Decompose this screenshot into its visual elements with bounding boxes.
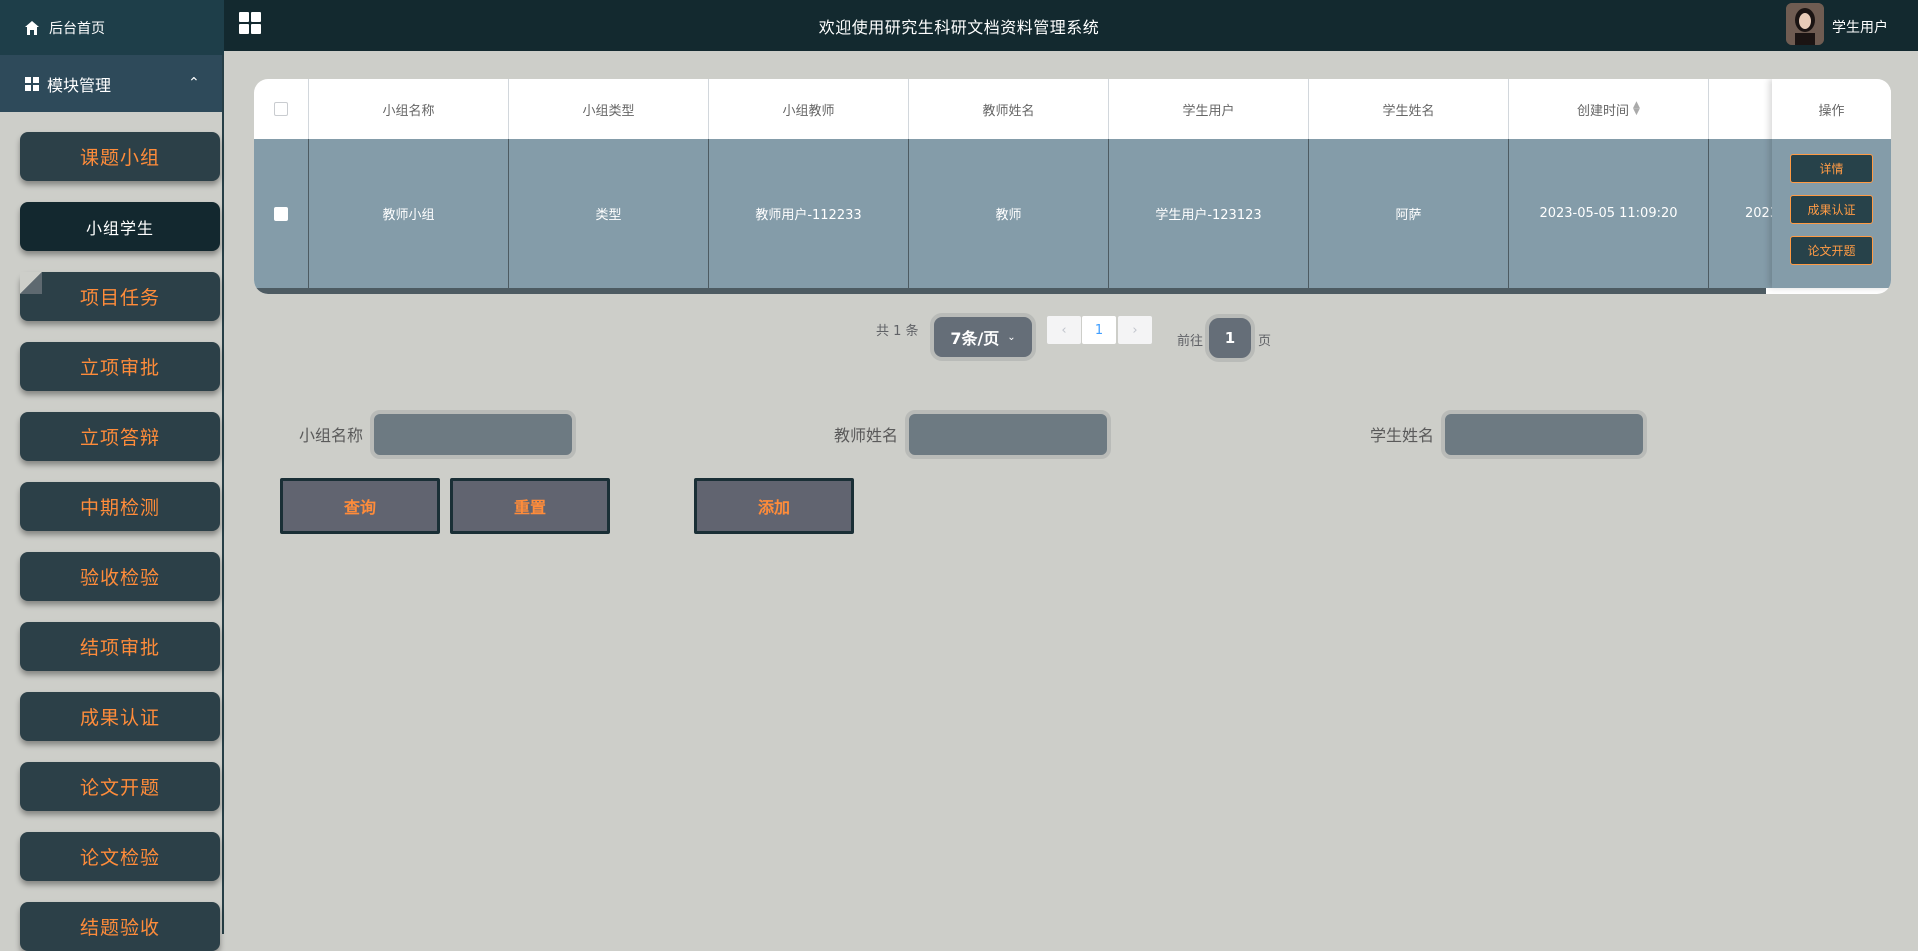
table-cell-truncated: 2023 [1745,206,1772,221]
sidebar-item-label: 论文开题 [79,777,160,799]
sidebar-item-thesis-check[interactable]: 论文检验 [20,832,220,881]
sidebar-item-achievement[interactable]: 成果认证 [20,692,220,741]
page-size-select[interactable]: 7条/页 ⌄ [930,313,1036,361]
prev-page-button[interactable]: ‹ [1047,316,1081,344]
sidebar: 模块管理 ⌄ 课题小组 小组学生 项目任务 立项审批 立项答辩 中期检测 验收检… [0,55,224,951]
detail-button[interactable]: 详情 [1790,154,1873,183]
sidebar-item-project-task[interactable]: 项目任务 [20,272,220,321]
sidebar-item-closing-approval[interactable]: 结项审批 [20,622,220,671]
chevron-left-icon: ‹ [1061,322,1067,338]
table-cell: 类型 [509,139,709,288]
column-header-truncated [1709,79,1772,139]
sidebar-item-midterm[interactable]: 中期检测 [20,482,220,531]
chevron-down-icon: ⌄ [1007,331,1016,343]
sidebar-item-acceptance-check[interactable]: 验收检验 [20,552,220,601]
sidebar-item-label: 中期检测 [79,497,160,519]
sidebar-item-label: 小组学生 [85,218,154,238]
student-name-input[interactable] [1441,410,1647,459]
corner-fold-shadow [20,272,42,294]
page-number-button[interactable]: 1 [1082,316,1116,344]
select-all-checkbox[interactable] [274,102,288,116]
sidebar-item-label: 项目任务 [79,287,160,309]
add-button[interactable]: 添加 [694,478,854,534]
sidebar-item-label: 立项答辩 [79,427,160,449]
table-row[interactable]: 教师小组 类型 教师用户-112233 教师 学生用户-123123 阿萨 20… [254,139,1891,288]
column-header-created[interactable]: 创建时间 ▲ ▼ [1509,79,1709,139]
chevron-up-icon: ⌄ [188,73,200,89]
module-management-header[interactable]: 模块管理 ⌄ [0,55,222,112]
table-cell: 阿萨 [1309,139,1509,288]
next-page-button[interactable]: › [1118,316,1152,344]
user-avatar-image [1786,3,1824,45]
group-name-input[interactable] [370,410,576,459]
goto-label: 前往 [1177,334,1204,349]
table-cell: 教师 [909,139,1109,288]
teacher-name-label: 教师姓名 [834,426,899,445]
column-header[interactable]: 学生姓名 [1309,79,1509,139]
sidebar-item-label: 验收检验 [79,567,160,589]
goto-page-input[interactable]: 1 [1205,314,1255,362]
column-header-label: 创建时间 [1577,103,1630,119]
pager-total: 共 1 条 [876,324,919,339]
sidebar-item-label: 论文检验 [79,847,160,869]
sidebar-item-defense[interactable]: 立项答辩 [20,412,220,461]
column-header-actions: 操作 [1818,103,1845,119]
data-table: 小组名称 小组类型 小组教师 教师姓名 学生用户 学生姓名 创建时间 ▲ ▼ 教师… [254,79,1891,294]
module-grid-icon [25,76,39,91]
column-header[interactable]: 小组类型 [509,79,709,139]
select-all-cell [254,79,309,139]
horizontal-scrollbar[interactable] [254,288,1766,294]
sidebar-item-label: 课题小组 [79,147,160,169]
reset-button[interactable]: 重置 [450,478,610,534]
page-title: 欢迎使用研究生科研文档资料管理系统 [818,18,1100,37]
avatar[interactable] [1786,3,1824,45]
thesis-proposal-button[interactable]: 论文开题 [1790,236,1873,265]
teacher-name-input[interactable] [905,410,1111,459]
sidebar-item-topic-group[interactable]: 课题小组 [20,132,220,181]
sidebar-item-final-acceptance[interactable]: 结题验收 [20,902,220,951]
sort-icon[interactable]: ▲ ▼ [1633,101,1640,117]
group-name-label: 小组名称 [299,426,364,445]
achievement-button[interactable]: 成果认证 [1790,195,1873,224]
user-name[interactable]: 学生用户 [1832,17,1888,37]
table-cell: 2023-05-05 11:09:20 [1509,139,1709,288]
chevron-right-icon: › [1132,322,1138,338]
query-button[interactable]: 查询 [280,478,440,534]
column-header[interactable]: 小组名称 [309,79,509,139]
top-header: 后台首页 欢迎使用研究生科研文档资料管理系统 学生用户 [0,0,1918,55]
module-label: 模块管理 [47,75,112,95]
sidebar-item-thesis-proposal[interactable]: 论文开题 [20,762,220,811]
actions-column: 操作 详情 成果认证 论文开题 [1772,79,1891,288]
sidebar-item-group-student[interactable]: 小组学生 [20,202,220,251]
table-cell: 教师用户-112233 [709,139,909,288]
page-size-value: 7条/页 [950,329,1000,348]
sidebar-item-label: 结项审批 [79,637,160,659]
table-cell: 教师小组 [309,139,509,288]
sidebar-item-approval[interactable]: 立项审批 [20,342,220,391]
column-header[interactable]: 小组教师 [709,79,909,139]
column-header[interactable]: 学生用户 [1109,79,1309,139]
row-checkbox[interactable] [274,206,288,221]
table-cell: 学生用户-123123 [1109,139,1309,288]
sidebar-item-label: 立项审批 [79,357,160,379]
table-header: 小组名称 小组类型 小组教师 教师姓名 学生用户 学生姓名 创建时间 ▲ ▼ [254,79,1891,139]
sidebar-item-label: 结题验收 [79,917,160,939]
actions-cell: 详情 成果认证 论文开题 [1772,139,1891,288]
column-header[interactable]: 教师姓名 [909,79,1109,139]
student-name-label: 学生姓名 [1370,426,1435,445]
goto-suffix: 页 [1258,334,1272,349]
sidebar-item-label: 成果认证 [79,707,160,729]
row-select-cell [254,139,309,288]
